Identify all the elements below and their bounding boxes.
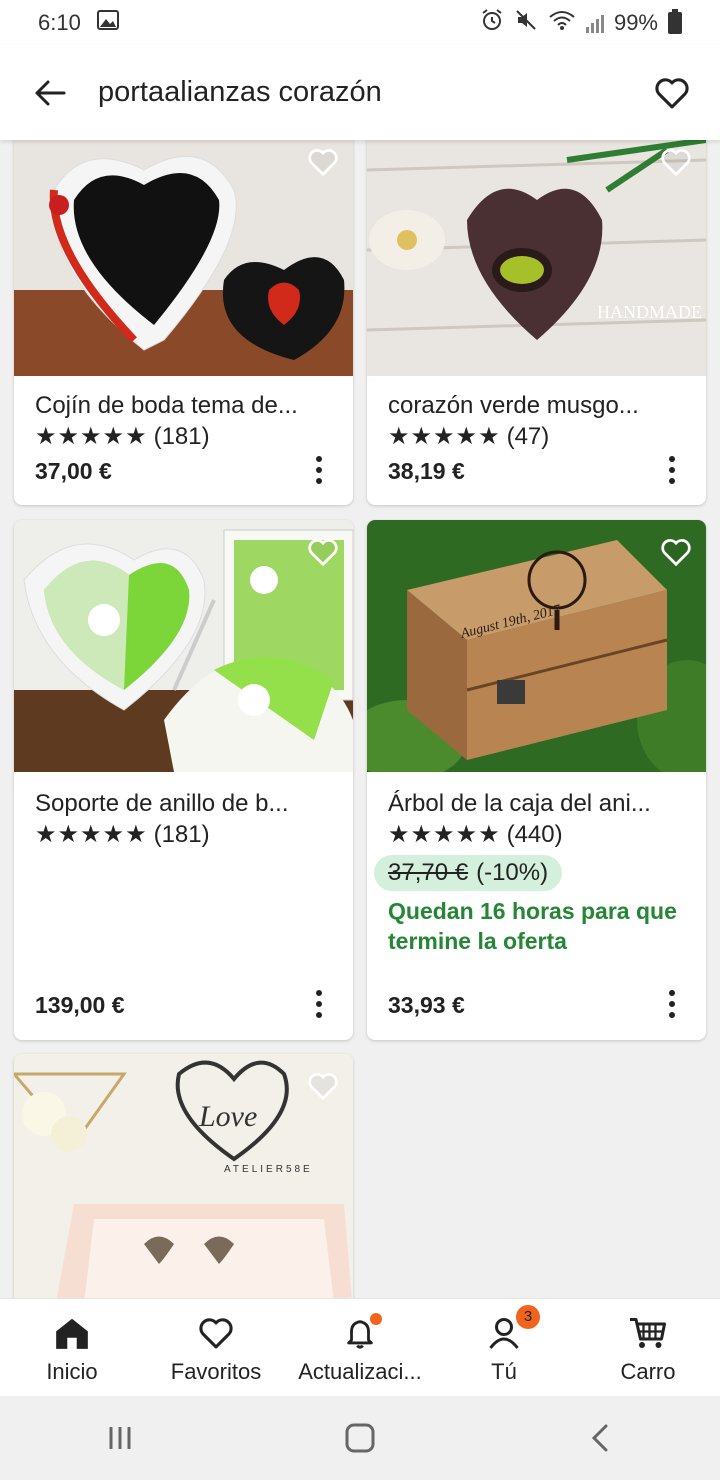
product-rating: ★★★★★ (440): [388, 820, 563, 849]
image-watermark: HANDMADE: [597, 302, 702, 322]
nav-updates[interactable]: Actualizaci...: [288, 1299, 432, 1396]
nav-favorites[interactable]: Favoritos: [144, 1299, 288, 1396]
battery-level: 99%: [613, 9, 658, 35]
product-image[interactable]: [14, 520, 353, 772]
product-price: 33,93 €: [388, 992, 465, 1018]
review-count: (47): [506, 422, 550, 450]
product-image[interactable]: Love ATELIER58E: [14, 1054, 353, 1298]
product-image[interactable]: HANDMADE: [367, 140, 706, 376]
heart-outline-icon: [308, 149, 338, 177]
heart-outline-icon: [308, 1073, 338, 1101]
home-icon: [50, 1311, 94, 1355]
heart-outline-icon: [655, 77, 689, 108]
product-title[interactable]: corazón verde musgo...: [388, 392, 688, 420]
notification-dot: [370, 1312, 382, 1325]
status-time: 6:10: [38, 9, 81, 35]
nav-you[interactable]: 3 Tú: [432, 1299, 576, 1396]
product-image[interactable]: August 19th, 2017: [367, 520, 706, 772]
more-options-button[interactable]: [662, 450, 682, 490]
alarm-icon: [480, 8, 504, 38]
more-options-button[interactable]: [662, 984, 682, 1024]
product-card[interactable]: HANDMADE corazón verde musgo... ★★★★★ (4…: [367, 140, 706, 505]
favorite-button[interactable]: [303, 142, 343, 182]
heart-outline-icon: [308, 539, 338, 567]
rating-stars: ★★★★★: [35, 821, 148, 848]
review-count: (181): [153, 820, 210, 848]
nav-label: Carro: [620, 1358, 676, 1384]
mute-icon: [514, 8, 538, 38]
favorite-button[interactable]: [656, 142, 696, 182]
search-query[interactable]: portaalianzas corazón: [98, 76, 642, 109]
rating-stars: ★★★★★: [388, 821, 501, 848]
gallery-notification-icon: [96, 9, 119, 36]
product-card[interactable]: Soporte de anillo de b... ★★★★★ (181) 13…: [14, 520, 353, 1040]
search-results-grid: Cojín de boda tema de... ★★★★★ (181) 37,…: [0, 140, 720, 1298]
image-brand-text: ATELIER58E: [224, 1164, 313, 1175]
back-arrow-icon: [35, 80, 66, 105]
notification-count-badge: 3: [516, 1304, 540, 1329]
product-price: 38,19 €: [388, 458, 465, 484]
nav-label: Inicio: [46, 1358, 98, 1384]
product-price: 139,00 €: [35, 992, 125, 1018]
discount-percent: (-10%): [476, 859, 549, 886]
product-rating: ★★★★★ (181): [35, 820, 210, 849]
cart-icon: [626, 1311, 670, 1355]
product-price: 37,00 €: [35, 458, 112, 484]
favorite-search-button[interactable]: [642, 63, 702, 123]
nav-cart[interactable]: Carro: [576, 1299, 720, 1396]
nav-label: Favoritos: [170, 1358, 262, 1384]
product-card[interactable]: Love ATELIER58E: [14, 1054, 353, 1298]
favorite-button[interactable]: [303, 532, 343, 572]
review-count: (440): [506, 820, 563, 848]
heart-outline-icon: [661, 539, 691, 567]
signal-icon: [585, 13, 604, 33]
back-system-button[interactable]: [560, 1408, 640, 1468]
home-system-button[interactable]: [320, 1408, 400, 1468]
favorite-button[interactable]: [656, 532, 696, 572]
product-title[interactable]: Soporte de anillo de b...: [35, 790, 335, 818]
nav-home[interactable]: Inicio: [0, 1299, 144, 1396]
product-card[interactable]: Cojín de boda tema de... ★★★★★ (181) 37,…: [14, 140, 353, 505]
status-bar: 6:10 99%: [0, 0, 720, 45]
product-card[interactable]: August 19th, 2017 Árbol de la caja del a…: [367, 520, 706, 1040]
product-image[interactable]: [14, 140, 353, 376]
system-navigation-bar: [0, 1396, 720, 1480]
recent-apps-icon: [109, 1427, 131, 1449]
nav-label: Tú: [491, 1358, 517, 1384]
image-love-text: Love: [198, 1100, 257, 1133]
heart-icon: [194, 1311, 238, 1355]
more-options-button[interactable]: [309, 450, 329, 490]
review-count: (181): [153, 422, 210, 450]
more-options-button[interactable]: [309, 984, 329, 1024]
heart-outline-icon: [661, 149, 691, 177]
battery-icon: [668, 8, 682, 34]
recent-apps-button[interactable]: [80, 1408, 160, 1468]
back-button[interactable]: [20, 63, 80, 123]
rating-stars: ★★★★★: [35, 423, 148, 450]
original-price: 37,70 €: [388, 859, 469, 886]
favorite-button[interactable]: [303, 1066, 343, 1106]
user-icon: 3: [482, 1304, 540, 1355]
discount-badge: 37,70 € (-10%): [374, 855, 563, 891]
home-square-icon: [345, 1423, 375, 1453]
bottom-navigation: Inicio Favoritos Actualizaci... 3 Tú Car…: [0, 1298, 720, 1396]
offer-countdown: Quedan 16 horas para que termine la ofer…: [388, 898, 677, 954]
nav-label: Actualizaci...: [298, 1358, 422, 1384]
rating-stars: ★★★★★: [388, 423, 501, 450]
product-title[interactable]: Cojín de boda tema de...: [35, 392, 335, 420]
search-header: portaalianzas corazón: [0, 45, 720, 140]
chevron-left-icon: [591, 1424, 608, 1452]
product-rating: ★★★★★ (181): [35, 422, 210, 451]
product-title[interactable]: Árbol de la caja del ani...: [388, 790, 688, 818]
bell-icon: [338, 1311, 382, 1355]
wifi-icon: [548, 9, 576, 37]
product-rating: ★★★★★ (47): [388, 422, 549, 451]
